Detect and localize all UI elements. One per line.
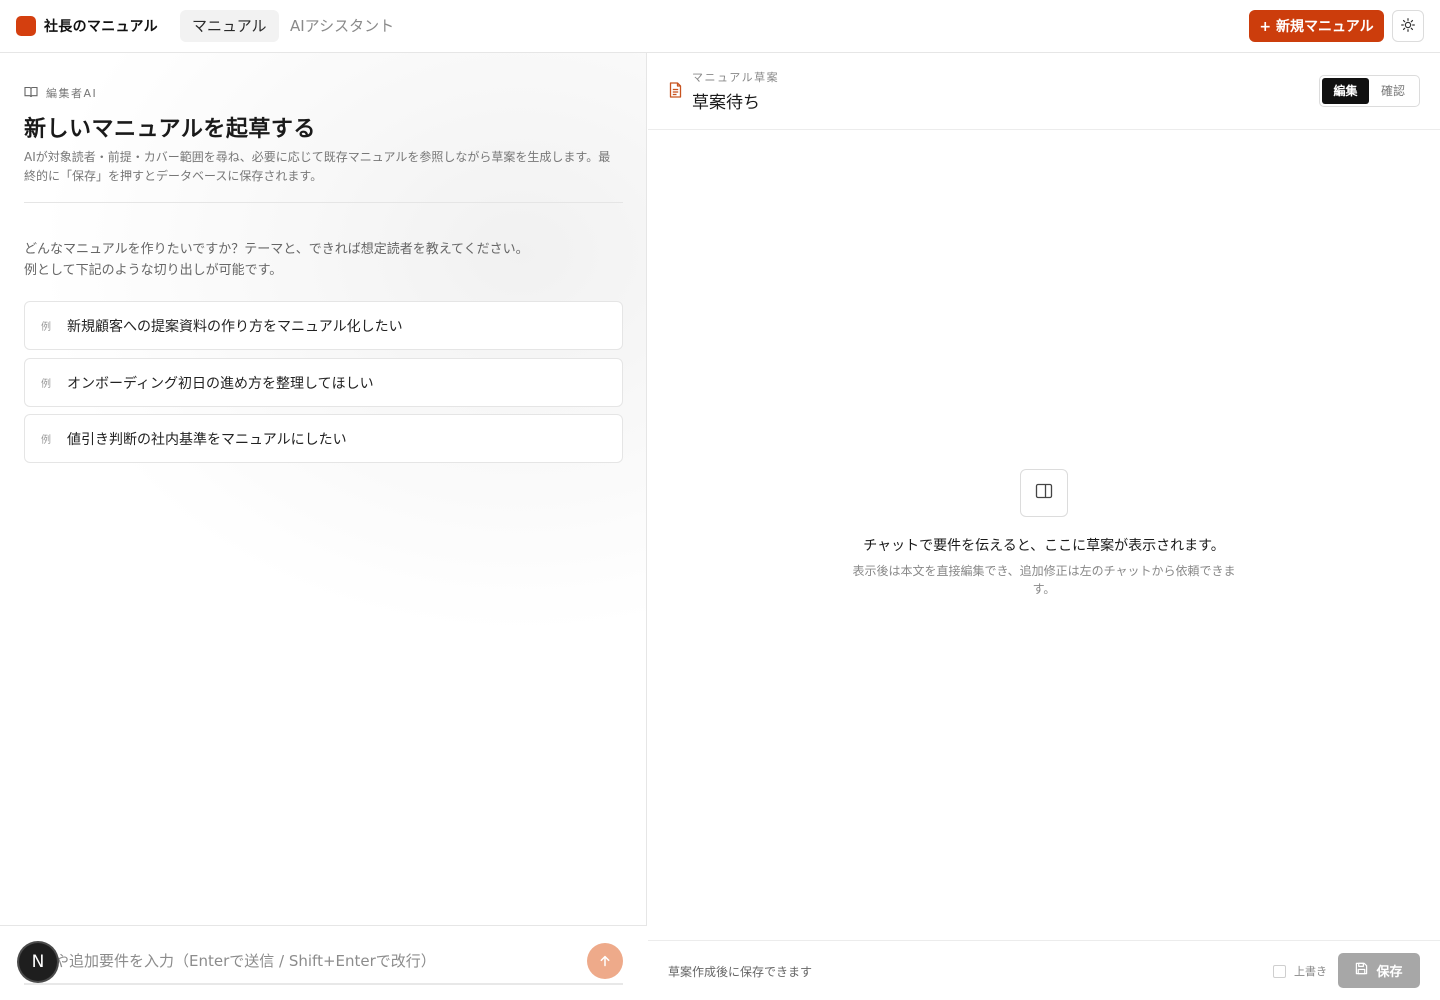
draft-label: マニュアル草案 [692,71,780,84]
chat-input[interactable] [24,944,584,978]
assistant-message-line: どんなマニュアルを作りたいですか？テーマと、できれば想定読者を教えてください。 [24,242,529,257]
save-label: 保存 [1376,965,1403,980]
arrow-up-icon [599,952,611,971]
save-hint: 草案作成後に保存できます [668,965,813,979]
book-icon [24,86,46,101]
nav-tab-manual[interactable]: マニュアル [180,10,279,42]
mode-edit-button[interactable]: 編集 [1322,78,1369,104]
send-button[interactable] [587,943,623,979]
page-title: 新しいマニュアルを起草する [24,117,316,142]
empty-state-icon-box [1020,469,1068,517]
mode-toggle: 編集 確認 [1319,75,1420,107]
overwrite-label: 上書き [1294,965,1327,978]
draft-footer: 草案作成後に保存できます 上書き 保存 [648,940,1440,1000]
nav-tab-ai-assistant[interactable]: AIアシスタント [278,10,406,42]
save-button[interactable]: 保存 [1338,953,1420,988]
example-suggestion[interactable]: 例 新規顧客への提案資料の作り方をマニュアル化したい [24,301,623,350]
user-avatar[interactable]: N [19,943,57,981]
empty-state-description: 表示後は本文を直接編集でき、追加修正は左のチャットから依頼できます。 [852,564,1236,596]
save-icon [1355,962,1376,979]
document-icon [669,82,682,102]
mode-review-button[interactable]: 確認 [1369,78,1417,104]
chat-panel: 編集者AI 新しいマニュアルを起草する AIが対象読者・前提・カバー範囲を尋ね、… [0,53,647,1000]
example-tag: 例 [41,379,51,390]
example-suggestion[interactable]: 例 オンボーディング初日の進め方を整理してほしい [24,358,623,407]
app-name: 社長のマニュアル [44,19,158,35]
theme-toggle-button[interactable] [1392,10,1424,42]
draft-header: マニュアル草案 草案待ち 編集 確認 [648,53,1440,130]
overwrite-checkbox[interactable] [1273,964,1286,978]
empty-state-title: チャットで要件を伝えると、ここに草案が表示されます。 [863,538,1225,554]
assistant-message-line: 例として下記のような切り出しが可能です。 [24,263,283,278]
brand-logo [16,16,36,36]
draft-status: 草案待ち [692,93,760,113]
chat-input-area [0,925,647,1000]
example-tag: 例 [41,322,51,333]
example-text: 値引き判断の社内基準をマニュアルにしたい [67,431,347,448]
top-bar: 社長のマニュアル マニュアル AIアシスタント + 新規マニュアル [0,0,1440,53]
overwrite-option[interactable]: 上書き [1273,963,1327,979]
example-text: オンボーディング初日の進め方を整理してほしい [67,375,374,392]
example-tag: 例 [41,435,51,446]
sun-icon [1401,17,1415,36]
divider [24,202,623,203]
page-description: AIが対象読者・前提・カバー範囲を尋ね、必要に応じて既存マニュアルを参照しながら… [24,150,611,183]
new-manual-button[interactable]: + 新規マニュアル [1249,10,1384,42]
editor-ai-label: 編集者AI [24,86,97,100]
assistant-message: どんなマニュアルを作りたいですか？テーマと、できれば想定読者を教えてください。 … [24,239,620,281]
editor-ai-text: 編集者AI [46,87,98,100]
brand[interactable]: 社長のマニュアル [16,16,158,36]
example-suggestion[interactable]: 例 値引き判断の社内基準をマニュアルにしたい [24,414,623,463]
input-underline [24,983,623,985]
draft-panel: マニュアル草案 草案待ち 編集 確認 チャットで要件を伝えると、ここに草案が表示… [648,53,1440,1000]
example-text: 新規顧客への提案資料の作り方をマニュアル化したい [67,318,403,335]
panel-icon [1035,483,1053,503]
